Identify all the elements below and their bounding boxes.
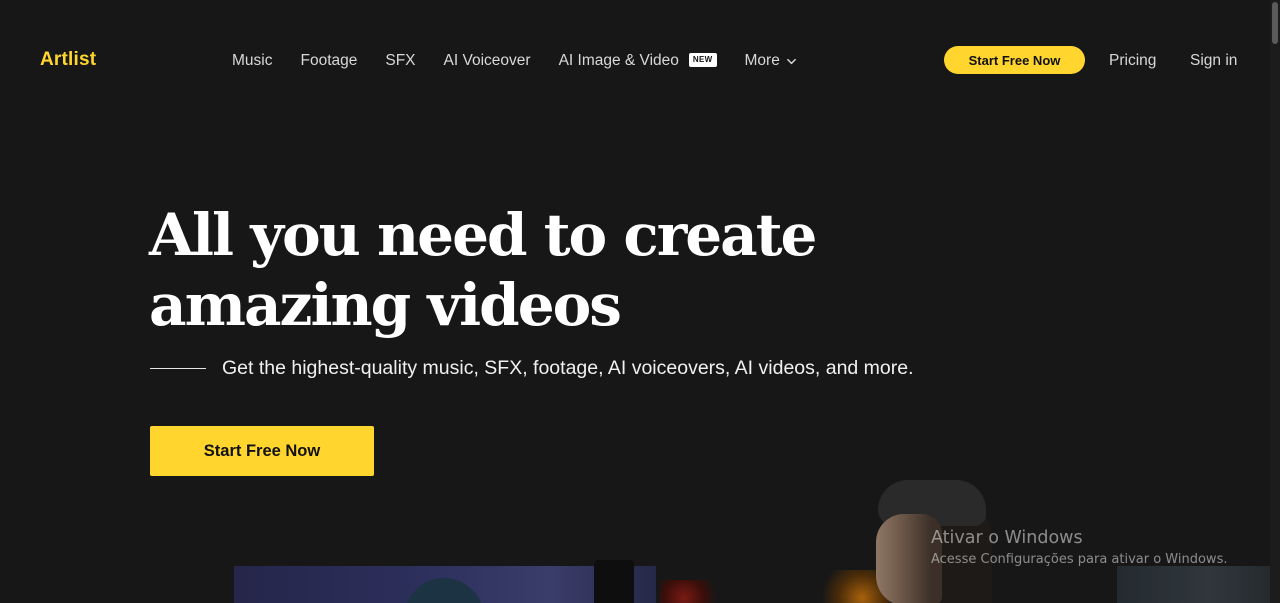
page-scrollbar[interactable] xyxy=(1270,0,1280,603)
sign-in-link[interactable]: Sign in xyxy=(1190,50,1237,72)
nav-item-ai-image-video[interactable]: AI Image & Video NEW xyxy=(559,50,717,72)
nav-item-more[interactable]: More xyxy=(745,50,797,72)
hero-start-free-button[interactable]: Start Free Now xyxy=(150,426,374,476)
portrait-shape xyxy=(876,514,942,603)
page: Artlist Music Footage SFX AI Voiceover A… xyxy=(0,0,1280,603)
nav-item-sfx[interactable]: SFX xyxy=(385,50,415,72)
scrollbar-thumb[interactable] xyxy=(1272,2,1278,44)
media-thumbnail xyxy=(594,560,634,603)
nav-item-music[interactable]: Music xyxy=(232,50,272,72)
new-badge: NEW xyxy=(688,53,717,67)
header-start-free-button[interactable]: Start Free Now xyxy=(944,46,1085,74)
media-thumbnail xyxy=(660,580,720,603)
nav-item-more-label: More xyxy=(744,52,780,69)
hero-media-strip xyxy=(0,480,1270,603)
nav-item-footage[interactable]: Footage xyxy=(300,50,357,72)
subtitle-divider xyxy=(150,367,206,369)
hero-subtitle-row: Get the highest-quality music, SFX, foot… xyxy=(150,355,914,381)
chevron-down-icon xyxy=(786,58,796,64)
media-thumbnail xyxy=(234,566,656,603)
hero-subtitle: Get the highest-quality music, SFX, foot… xyxy=(222,357,914,379)
main-nav: Music Footage SFX AI Voiceover AI Image … xyxy=(232,50,825,72)
artlist-logo[interactable]: Artlist xyxy=(40,49,96,71)
media-thumbnail xyxy=(1117,566,1270,603)
hero-title-line-1: All you need to create xyxy=(149,201,817,269)
hero-title-line-2: amazing videos xyxy=(149,271,622,339)
nav-item-ai-image-video-label: AI Image & Video xyxy=(558,52,679,69)
hero-title: All you need to create amazing videos xyxy=(149,200,909,340)
site-header: Artlist Music Footage SFX AI Voiceover A… xyxy=(0,0,1270,120)
pricing-link[interactable]: Pricing xyxy=(1109,50,1156,72)
creator-portrait-image xyxy=(870,480,992,603)
nav-item-ai-voiceover[interactable]: AI Voiceover xyxy=(444,50,531,72)
